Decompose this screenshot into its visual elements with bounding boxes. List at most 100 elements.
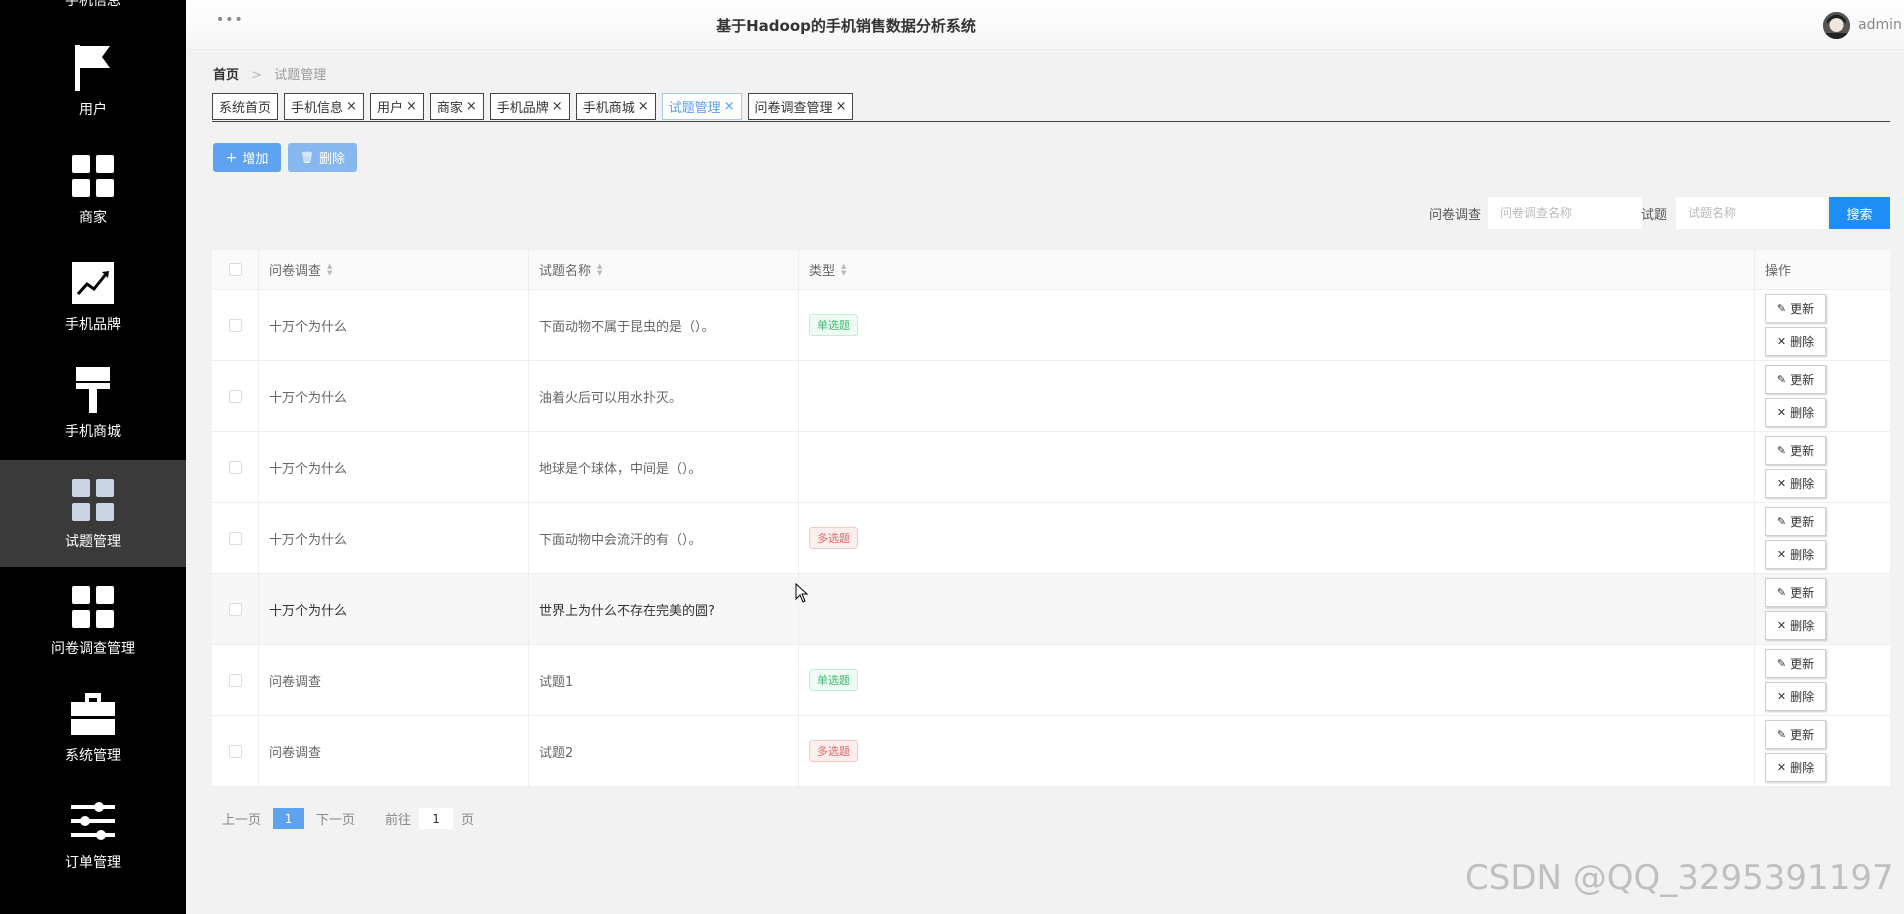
row-checkbox[interactable] [228,531,242,545]
update-button[interactable]: ✎ 更新 [1765,720,1826,749]
update-button[interactable]: ✎ 更新 [1765,294,1826,323]
sidebar-item-system-management[interactable]: 系统管理 [0,674,186,781]
delete-label: 删除 [1790,548,1815,562]
update-button[interactable]: ✎ 更新 [1765,507,1826,536]
user-name[interactable]: admin [1858,17,1902,33]
column-header-operation: 操作 [1755,250,1890,289]
breadcrumb-home[interactable]: 首页 [213,68,239,83]
close-icon[interactable]: × [724,99,735,114]
table-row[interactable]: 十万个为什么 世界上为什么不存在完美的圆? ✎ 更新 ✕ 删除 [212,574,1890,645]
table-row[interactable]: 十万个为什么 下面动物中会流汗的有（）。 多选题 ✎ 更新 ✕ 删除 [212,503,1890,574]
next-page-button[interactable]: 下一页 [316,809,355,828]
sidebar-item-phone-brands[interactable]: 手机品牌 [0,243,186,350]
edit-icon: ✎ [1776,373,1787,386]
sort-down-icon: ▼ [841,268,847,277]
cell-operation: ✎ 更新 ✕ 删除 [1755,290,1890,360]
select-all-checkbox[interactable] [228,263,242,276]
tab-label: 试题管理 [668,101,721,116]
column-header-survey[interactable]: 问卷调查 ▲ ▼ [259,250,529,289]
sidebar-item-phone-info-label[interactable]: 手机信息 [0,0,186,10]
cell-operation: ✎ 更新 ✕ 删除 [1755,361,1890,431]
close-icon[interactable]: × [406,99,417,114]
row-checkbox[interactable] [228,389,242,403]
update-button[interactable]: ✎ 更新 [1765,578,1826,607]
tab-bar: 系统首页 手机信息 × 用户 × 商家 × 手机品牌 × 手机商城 × 试题管理 × 问卷调… [212,93,1890,122]
row-checkbox[interactable] [228,673,242,687]
sidebar-item-order-management[interactable]: 订单管理 [0,781,186,888]
prev-page-button[interactable]: 上一页 [222,809,261,828]
avatar[interactable] [1823,12,1850,39]
delete-label: 删除 [1790,406,1815,420]
row-delete-button[interactable]: ✕ 删除 [1765,398,1826,427]
sort-icon[interactable]: ▲ ▼ [841,262,847,277]
add-button[interactable]: + 增加 [213,143,281,172]
table-row[interactable]: 问卷调查 试题1 单选题 ✎ 更新 ✕ 删除 [212,645,1890,716]
table-row[interactable]: 十万个为什么 油着火后可以用水扑灭。 ✎ 更新 ✕ 删除 [212,361,1890,432]
tab-phone-mall[interactable]: 手机商城 × [575,93,656,120]
row-checkbox[interactable] [228,460,242,474]
tab-merchants[interactable]: 商家 × [429,93,484,120]
table-row[interactable]: 问卷调查 试题2 多选题 ✎ 更新 ✕ 删除 [212,716,1890,787]
row-delete-button[interactable]: ✕ 删除 [1765,540,1826,569]
row-delete-button[interactable]: ✕ 删除 [1765,753,1826,782]
chart-line-icon [70,260,116,306]
page-number-current[interactable]: 1 [273,808,305,829]
sidebar-item-question-management[interactable]: 试题管理 [0,460,186,567]
question-search-input[interactable] [1676,197,1827,229]
tab-home[interactable]: 系统首页 [212,93,279,120]
row-delete-button[interactable]: ✕ 删除 [1765,469,1826,498]
delete-button[interactable]: 🗑 删除 [288,143,357,172]
cell-question: 下面动物中会流汗的有（）。 [529,503,799,573]
table-row[interactable]: 十万个为什么 地球是个球体，中间是（）。 ✎ 更新 ✕ 删除 [212,432,1890,503]
cell-operation: ✎ 更新 ✕ 删除 [1755,503,1890,573]
sort-icon[interactable]: ▲ ▼ [327,262,332,277]
question-table: 问卷调查 ▲ ▼ 试题名称 ▲ ▼ 类型 ▲ ▼ 操作 十万个为什么 下面动物不属于昆虫的是… [212,250,1890,787]
breadcrumb-separator: > [251,68,263,83]
search-button[interactable]: 搜索 [1829,197,1890,229]
sort-icon[interactable]: ▲ ▼ [597,262,602,277]
row-checkbox[interactable] [228,318,242,332]
update-button[interactable]: ✎ 更新 [1765,649,1826,678]
row-delete-button[interactable]: ✕ 删除 [1765,327,1826,356]
cell-question: 试题1 [529,645,799,715]
sidebar-item-merchants[interactable]: 商家 [0,136,186,243]
update-label: 更新 [1790,728,1815,742]
delete-label: 删除 [1790,761,1815,775]
flag-icon [70,44,116,91]
row-checkbox[interactable] [228,744,242,758]
page-title: 基于Hadoop的手机销售数据分析系统 [716,17,976,35]
row-checkbox-cell [212,432,259,502]
close-icon[interactable]: × [638,99,649,114]
update-label: 更新 [1790,373,1815,387]
survey-search-label: 问卷调查 [1429,208,1482,223]
tab-phone-brands[interactable]: 手机品牌 × [489,93,570,120]
sidebar-item-users[interactable]: 用户 [0,28,186,135]
row-checkbox-cell [212,645,259,715]
edit-icon: ✎ [1776,444,1787,457]
tab-users[interactable]: 用户 × [369,93,424,120]
tab-phone-info[interactable]: 手机信息 × [284,93,364,120]
column-header-question[interactable]: 试题名称 ▲ ▼ [529,250,799,289]
edit-icon: ✎ [1776,302,1787,315]
sidebar-item-survey-management[interactable]: 问卷调查管理 [0,567,186,674]
close-icon[interactable]: × [836,99,847,114]
column-header-type[interactable]: 类型 ▲ ▼ [799,250,1755,289]
sidebar-item-phone-mall[interactable]: 手机商城 [0,350,186,457]
row-delete-button[interactable]: ✕ 删除 [1765,611,1826,640]
survey-search-input[interactable] [1488,197,1642,229]
row-checkbox[interactable] [228,602,242,616]
close-icon[interactable]: × [552,99,563,114]
table-row[interactable]: 十万个为什么 下面动物不属于昆虫的是（）。 单选题 ✎ 更新 ✕ 删除 [212,290,1890,361]
question-search-label: 试题 [1641,208,1668,223]
update-button[interactable]: ✎ 更新 [1765,436,1826,465]
cell-question: 地球是个球体，中间是（）。 [529,432,799,502]
goto-page-input[interactable] [419,808,454,829]
type-tag-multi: 多选题 [809,740,858,762]
row-delete-button[interactable]: ✕ 删除 [1765,682,1826,711]
close-icon[interactable]: × [466,99,477,114]
tab-survey-management[interactable]: 问卷调查管理 × [747,93,854,120]
tab-question-management[interactable]: 试题管理 × [661,93,742,120]
update-button[interactable]: ✎ 更新 [1765,365,1826,394]
cell-type [799,574,1755,644]
close-icon[interactable]: × [346,99,357,114]
